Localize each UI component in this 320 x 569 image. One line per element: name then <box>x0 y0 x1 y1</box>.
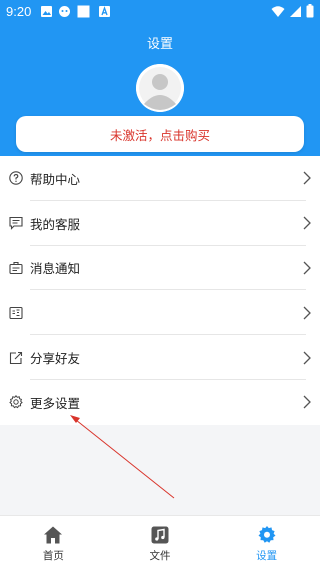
tab-files[interactable]: 文件 <box>107 516 214 569</box>
menu-item-help[interactable]: 帮助中心 <box>0 156 320 201</box>
complaint-icon <box>9 306 23 319</box>
settings-gear-icon <box>258 526 276 543</box>
menu-item-more-settings[interactable]: 更多设置 <box>0 380 320 425</box>
wifi-icon <box>271 5 285 17</box>
gear-icon <box>9 395 23 409</box>
music-file-icon <box>151 526 169 544</box>
menu-item-label: 消息通知 <box>30 261 81 277</box>
tab-home[interactable]: 首页 <box>0 516 107 569</box>
tab-label: 文件 <box>149 550 171 562</box>
game-notification-icon <box>59 6 70 17</box>
help-circle-icon <box>9 171 23 186</box>
page-title: 设置 <box>146 37 173 52</box>
activation-text: 未激活，点击购买 <box>109 127 210 143</box>
battery-icon <box>306 4 314 18</box>
notification-icon <box>9 261 23 275</box>
menu-item-share[interactable]: 分享好友 <box>0 335 320 380</box>
chevron-right-icon <box>303 261 311 275</box>
text-notification-icon <box>99 6 110 17</box>
chevron-right-icon <box>303 216 311 230</box>
share-icon <box>9 351 23 364</box>
menu-item-customer-service[interactable]: 我的客服 <box>0 201 320 246</box>
image-notification-icon <box>41 6 52 17</box>
home-icon <box>44 526 63 544</box>
menu-item-label: 更多设置 <box>30 395 81 411</box>
chevron-right-icon <box>303 171 311 185</box>
default-avatar-icon <box>136 64 184 112</box>
status-time: 9:20 <box>6 4 32 19</box>
menu-item-label: 我的客服 <box>30 216 81 232</box>
signal-icon <box>290 5 301 17</box>
tab-label: 设置 <box>256 550 278 562</box>
chevron-right-icon <box>303 395 311 409</box>
chevron-right-icon <box>303 306 311 320</box>
menu-item-complaint[interactable] <box>0 290 320 335</box>
chat-icon <box>9 217 23 231</box>
bottom-tab-bar: 首页 文件 设置 <box>0 515 320 569</box>
status-bar: 9:20 <box>0 0 320 24</box>
tab-label: 首页 <box>42 550 64 562</box>
avatar[interactable] <box>136 64 184 112</box>
blank-notification-icon <box>77 5 90 18</box>
activation-card[interactable]: 未激活，点击购买 <box>16 116 304 152</box>
menu-item-label: 分享好友 <box>30 351 81 367</box>
settings-menu: 帮助中心 我的客服 消息通知 分享好友 更多设置 <box>0 156 320 425</box>
menu-item-notifications[interactable]: 消息通知 <box>0 246 320 291</box>
empty-area <box>0 425 320 515</box>
menu-item-label: 帮助中心 <box>30 171 81 187</box>
tab-settings[interactable]: 设置 <box>213 516 320 569</box>
chevron-right-icon <box>303 351 311 365</box>
status-right-icons <box>271 4 314 18</box>
